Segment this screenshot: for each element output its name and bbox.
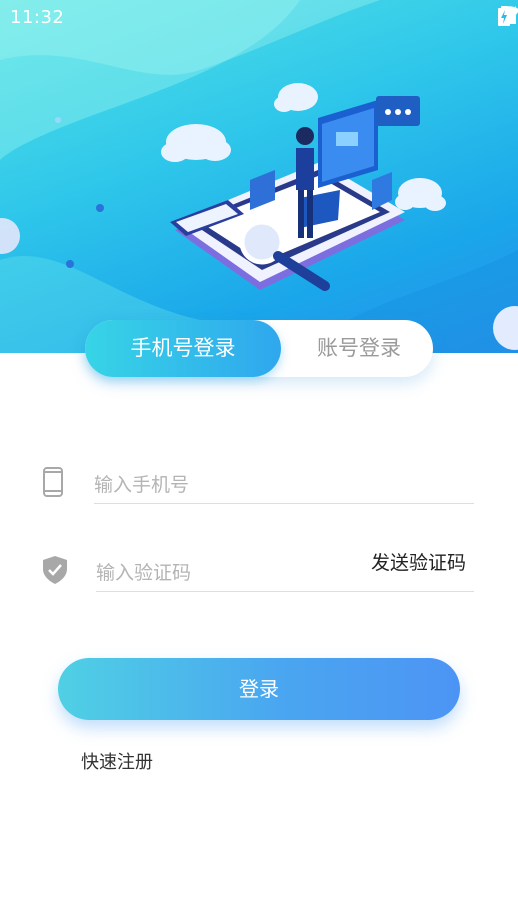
tab-phone-login[interactable]: 手机号登录 <box>85 320 281 377</box>
status-time: 11:32 <box>10 7 65 28</box>
status-bar: 11:32 <box>0 0 518 36</box>
tab-account-login[interactable]: 账号登录 <box>285 320 433 377</box>
login-type-tabs: 手机号登录 账号登录 <box>85 320 433 377</box>
register-link[interactable]: 快速注册 <box>81 748 153 774</box>
phone-input[interactable]: 输入手机号 <box>94 470 189 497</box>
code-input-underline <box>96 591 474 592</box>
shield-check-icon <box>43 556 67 588</box>
hero-illustration <box>0 0 518 353</box>
phone-input-underline <box>94 503 474 504</box>
code-input[interactable]: 输入验证码 <box>96 558 191 585</box>
send-code-button[interactable]: 发送验证码 <box>371 548 466 575</box>
phone-icon <box>43 467 63 501</box>
login-button[interactable]: 登录 <box>58 658 460 720</box>
hero-banner: 11:32 <box>0 0 518 353</box>
